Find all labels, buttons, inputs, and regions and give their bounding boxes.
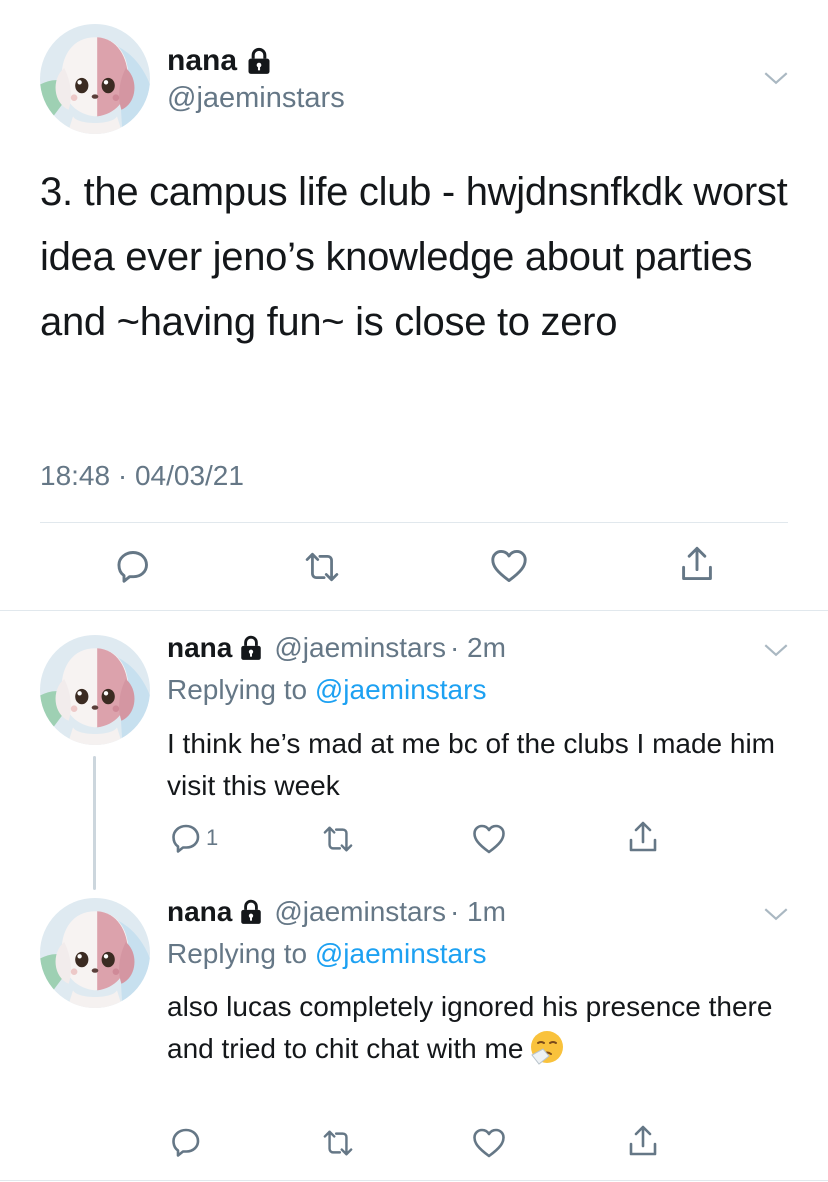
display-name[interactable]: nana xyxy=(167,632,232,664)
like-button[interactable] xyxy=(472,1127,506,1159)
user-handle[interactable]: @jaeminstars xyxy=(274,632,446,664)
share-button[interactable] xyxy=(679,545,715,583)
replying-prefix: Replying to xyxy=(167,674,315,705)
reply-header: nana @jaeminstars · 2m xyxy=(167,632,506,664)
like-button[interactable] xyxy=(472,823,506,855)
share-icon xyxy=(627,1124,659,1158)
retweet-icon xyxy=(320,824,356,854)
avatar[interactable] xyxy=(40,635,150,745)
avatar[interactable] xyxy=(40,24,150,134)
like-icon xyxy=(472,823,506,855)
user-handle[interactable]: @jaeminstars xyxy=(167,82,345,115)
share-icon xyxy=(627,820,659,854)
retweet-icon xyxy=(320,1128,356,1158)
retweet-button[interactable] xyxy=(320,824,356,854)
tweet-text: 3. the campus life club - hwjdnsnfkdk wo… xyxy=(40,170,788,344)
reply-button[interactable]: 1 xyxy=(170,822,218,854)
reply-text-container: also lucas completely ignored his presen… xyxy=(167,986,787,1070)
tweet-time[interactable]: · 2m xyxy=(450,632,506,664)
divider xyxy=(40,522,788,523)
chevron-down-icon[interactable] xyxy=(763,643,789,658)
reply-icon xyxy=(170,822,202,854)
share-button[interactable] xyxy=(627,1124,659,1158)
divider xyxy=(0,1180,828,1181)
divider xyxy=(0,610,828,611)
like-button[interactable] xyxy=(490,548,528,584)
share-button[interactable] xyxy=(627,820,659,854)
chevron-down-icon[interactable] xyxy=(763,907,789,922)
display-name[interactable]: nana xyxy=(167,44,237,78)
chevron-down-icon[interactable] xyxy=(763,71,789,86)
retweet-icon xyxy=(302,550,342,584)
reply-button[interactable] xyxy=(115,548,151,584)
reply-icon xyxy=(115,548,151,584)
like-icon xyxy=(490,548,528,584)
reply-icon xyxy=(170,1126,202,1158)
reply-text: also lucas completely ignored his presen… xyxy=(167,991,773,1064)
lock-icon xyxy=(238,899,264,925)
reply-button[interactable] xyxy=(170,1126,202,1158)
user-handle[interactable]: @jaeminstars xyxy=(274,896,446,928)
share-icon xyxy=(679,545,715,583)
like-icon xyxy=(472,1127,506,1159)
sneezing-face-emoji xyxy=(529,1029,565,1065)
retweet-button[interactable] xyxy=(302,550,342,584)
tweet-timestamp[interactable]: 18:48 · 04/03/21 xyxy=(40,460,244,492)
replying-to: Replying to @jaeminstars xyxy=(167,674,486,706)
lock-icon xyxy=(238,635,264,661)
tweet-time[interactable]: · 1m xyxy=(450,896,506,928)
thread-line xyxy=(93,756,96,890)
reply-header: nana @jaeminstars · 1m xyxy=(167,896,506,928)
reply-text: I think he’s mad at me bc of the clubs I… xyxy=(167,728,776,801)
reply-count: 1 xyxy=(206,825,219,850)
replying-prefix: Replying to xyxy=(167,938,315,969)
lock-icon xyxy=(245,47,273,75)
replying-to-link[interactable]: @jaeminstars xyxy=(315,938,487,969)
display-name[interactable]: nana xyxy=(167,896,232,928)
replying-to-link[interactable]: @jaeminstars xyxy=(315,674,487,705)
replying-to: Replying to @jaeminstars xyxy=(167,938,486,970)
avatar[interactable] xyxy=(40,898,150,1008)
retweet-button[interactable] xyxy=(320,1128,356,1158)
